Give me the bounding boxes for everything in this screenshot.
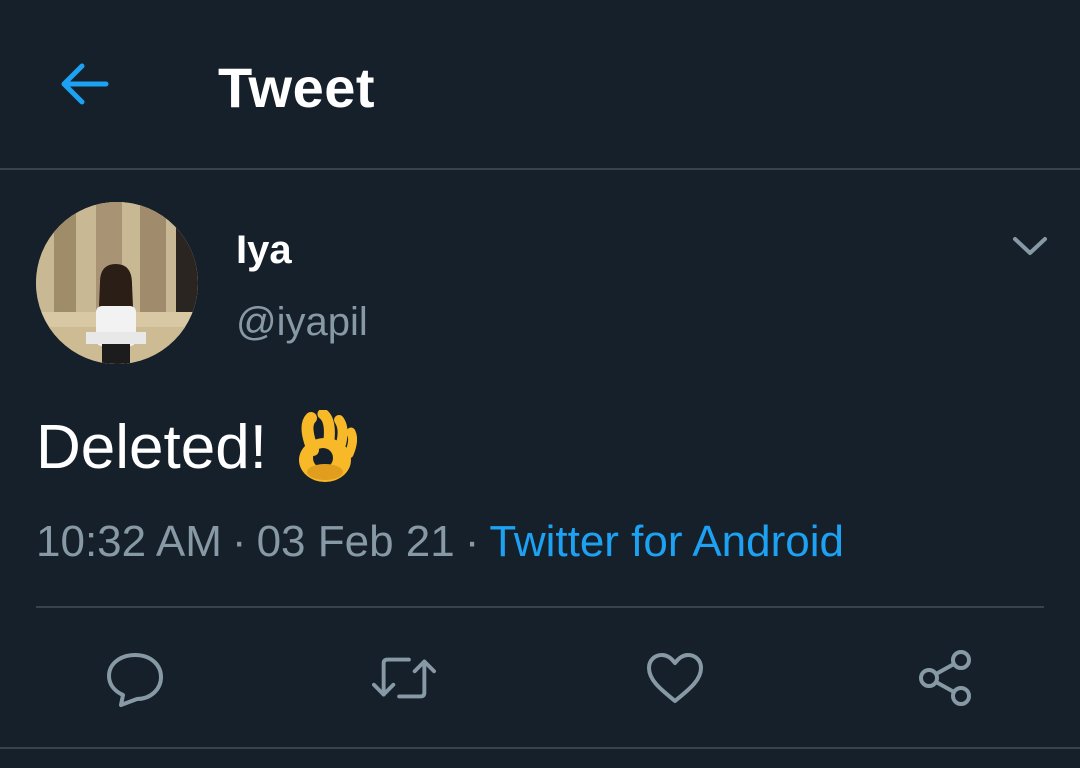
tweet-text: Deleted! [36,413,267,482]
like-button[interactable] [643,646,707,710]
meta-separator: · [464,517,480,566]
retweet-icon [372,657,436,699]
author-handle[interactable]: @iyapil [236,298,368,346]
retweet-button[interactable] [372,646,436,710]
reply-button[interactable] [103,646,167,710]
tweet-date: 03 Feb 21 [256,517,455,566]
share-icon [919,650,971,706]
back-button[interactable] [52,52,116,116]
author-name[interactable]: Iya [236,226,292,274]
header-divider [0,168,1080,170]
page-title: Tweet [218,56,376,119]
meta-divider [36,606,1044,608]
heart-icon [647,653,703,703]
chevron-down-icon [1013,237,1047,255]
tweet-source-link[interactable]: Twitter for Android [489,517,844,566]
arrow-left-icon [61,63,109,105]
top-app-bar: Tweet [0,0,1080,169]
meta-separator: · [231,517,247,566]
ok-hand-icon [293,408,358,486]
tweet-meta: 10:32 AM · 03 Feb 21 · Twitter for Android [36,514,844,570]
avatar[interactable] [36,202,198,364]
tweet-body: Deleted! [36,408,358,486]
tweet-time: 10:32 AM [36,517,222,566]
reply-icon [107,653,163,707]
tweet-options-button[interactable] [1006,222,1054,270]
share-button[interactable] [913,646,977,710]
actions-divider [0,747,1080,749]
